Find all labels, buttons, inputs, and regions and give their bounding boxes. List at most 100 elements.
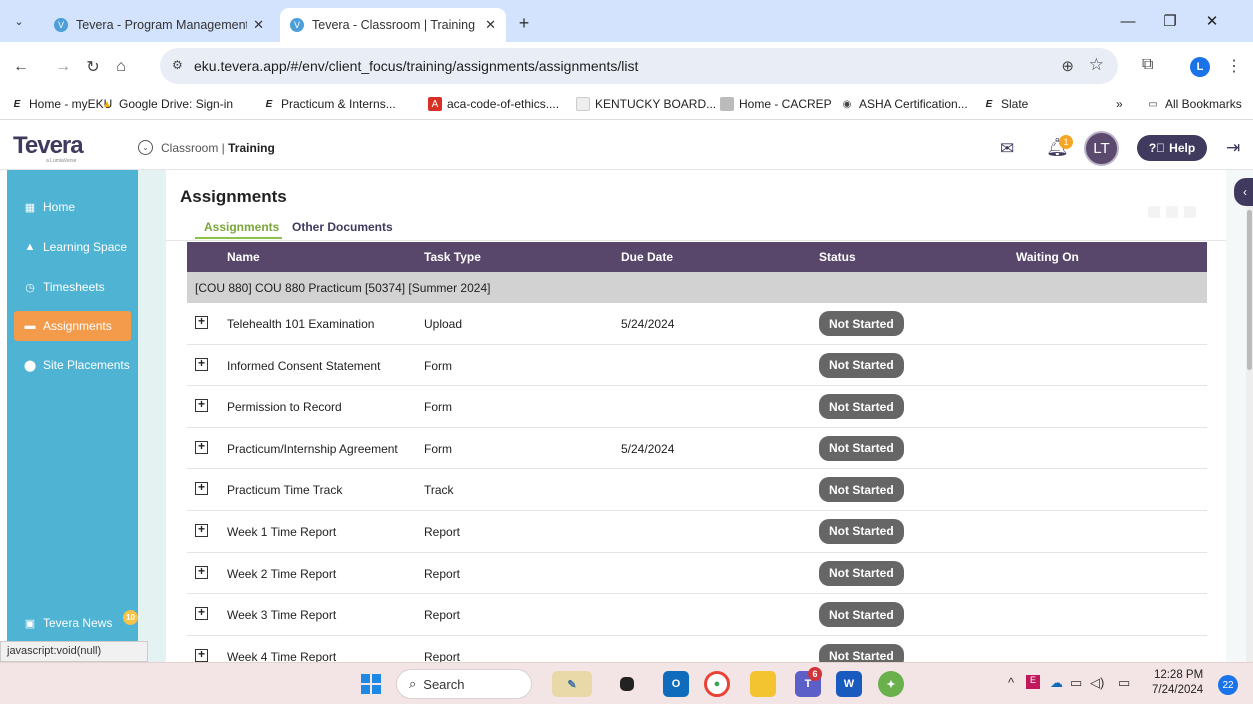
tab-close-icon[interactable]: ✕ <box>253 17 264 33</box>
notification-center-badge[interactable]: 22 <box>1218 675 1238 695</box>
tray-overflow-icon[interactable]: ^ <box>1008 675 1014 690</box>
expand-plus-icon[interactable]: + <box>195 357 208 371</box>
display-icon[interactable]: ▭ <box>1070 675 1082 691</box>
extensions-icon[interactable]: ⧉ <box>1142 56 1153 74</box>
bookmark-item[interactable]: E Slate <box>982 97 1029 111</box>
bookmark-item[interactable]: Aaca-code-of-ethics.... <box>428 97 559 111</box>
sidebar-item-learning-space[interactable]: ▲ Learning Space <box>14 232 131 262</box>
taskbar-search[interactable]: ⌕ Search <box>396 669 532 699</box>
task-view-icon[interactable] <box>620 677 634 691</box>
tray-app-icon[interactable]: E <box>1026 675 1040 689</box>
home-icon[interactable]: ⌂ <box>110 56 132 78</box>
chrome-icon[interactable]: ● <box>704 671 730 697</box>
tab-assignments[interactable]: Assignments <box>204 220 279 234</box>
tab-other-documents[interactable]: Other Documents <box>292 220 393 234</box>
more-menu-icon[interactable]: ⋮ <box>1226 56 1242 76</box>
scrollbar-thumb[interactable] <box>1247 210 1252 370</box>
windows-start-icon[interactable] <box>361 674 381 694</box>
context-switcher-icon[interactable]: ⌄ <box>138 140 153 155</box>
bookmarks-overflow-icon[interactable]: » <box>1116 97 1123 111</box>
logout-icon[interactable]: ⇥ <box>1226 138 1240 158</box>
sidebar-item-timesheets[interactable]: ◷ Timesheets <box>14 272 131 302</box>
new-tab-button[interactable]: + <box>512 12 536 34</box>
user-avatar[interactable]: LT <box>1084 131 1119 166</box>
bookmark-star-icon[interactable]: ☆ <box>1089 55 1104 75</box>
assignment-name[interactable]: Week 2 Time Report <box>227 567 336 581</box>
widgets-icon[interactable]: ✎ <box>552 671 592 697</box>
browser-tab-program-management[interactable]: V Tevera - Program Management ✕ <box>44 8 274 42</box>
copilot-icon[interactable]: ✦ <box>878 671 904 697</box>
address-bar[interactable]: ⚙ eku.tevera.app/#/env/client_focus/trai… <box>160 48 1118 84</box>
column-header-task-type[interactable]: Task Type <box>424 250 481 264</box>
sidebar-item-home[interactable]: ▦ Home <box>14 192 131 222</box>
expand-plus-icon[interactable]: + <box>195 606 208 621</box>
bookmark-item[interactable]: E Home - myEKU <box>10 97 113 111</box>
word-icon[interactable]: W <box>836 671 862 697</box>
minimize-icon[interactable]: — <box>1108 8 1148 34</box>
onedrive-icon[interactable]: ☁ <box>1050 675 1063 691</box>
expand-plus-icon[interactable]: + <box>195 648 208 662</box>
expand-plus-icon[interactable]: + <box>195 523 208 537</box>
assignment-name[interactable]: Practicum/Internship Agreement <box>227 442 398 456</box>
file-explorer-icon[interactable] <box>750 671 776 697</box>
faded-filter-icon <box>1166 206 1178 218</box>
bookmark-item[interactable]: ◉ ASHA Certification... <box>840 97 968 111</box>
outlook-icon[interactable]: O <box>663 671 689 697</box>
back-icon[interactable]: ← <box>10 56 32 78</box>
reload-icon[interactable]: ↻ <box>82 56 104 78</box>
bookmark-item[interactable]: KENTUCKY BOARD... <box>576 97 716 111</box>
task-type: Report <box>424 566 461 581</box>
expand-plus-icon[interactable]: + <box>195 481 208 496</box>
active-tab-indicator <box>195 237 282 239</box>
table-row[interactable]: + Permission to Record Form Not Started <box>187 386 1207 428</box>
table-row[interactable]: + Informed Consent Statement Form Not St… <box>187 345 1207 387</box>
site-info-icon[interactable]: ⚙ <box>172 58 183 72</box>
table-row[interactable]: + Week 4 Time Report Report Not Started <box>187 636 1207 662</box>
assignment-name[interactable]: Week 3 Time Report <box>227 608 336 622</box>
zoom-icon[interactable]: ⊕ <box>1061 57 1074 75</box>
column-header-status[interactable]: Status <box>819 250 856 264</box>
bookmark-item[interactable]: E Practicum & Interns... <box>262 97 396 111</box>
system-clock[interactable]: 12:28 PM 7/24/2024 <box>1152 668 1203 698</box>
assignment-name[interactable]: Week 4 Time Report <box>227 650 336 662</box>
table-row[interactable]: + Week 3 Time Report Report Not Started <box>187 594 1207 636</box>
sidebar-item-tevera-news[interactable]: ▣ Tevera News <box>14 608 131 638</box>
column-header-waiting-on[interactable]: Waiting On <box>1016 250 1079 264</box>
forward-icon[interactable]: → <box>52 56 74 78</box>
expand-plus-icon[interactable]: + <box>195 398 208 413</box>
profile-avatar[interactable]: L <box>1190 57 1210 77</box>
sidebar-item-site-placements[interactable]: ⬤ Site Placements <box>14 350 131 380</box>
table-row[interactable]: + Week 2 Time Report Report Not Started <box>187 553 1207 595</box>
bookmark-item[interactable]: Home - CACREP <box>720 97 832 111</box>
bookmark-item[interactable]: ▲ Google Drive: Sign-in <box>100 97 233 111</box>
all-bookmarks-button[interactable]: ▭ All Bookmarks <box>1146 97 1241 111</box>
assignment-name[interactable]: Week 1 Time Report <box>227 525 336 539</box>
mail-icon[interactable]: ✉ <box>1000 139 1014 159</box>
assignment-name[interactable]: Practicum Time Track <box>227 483 342 497</box>
chevron-left-icon[interactable]: ‹ <box>1234 178 1253 206</box>
table-row[interactable]: + Week 1 Time Report Report Not Started <box>187 511 1207 553</box>
help-button[interactable]: ?⃝ Help <box>1137 135 1207 161</box>
volume-icon[interactable]: ◁) <box>1090 675 1104 691</box>
assignment-name[interactable]: Informed Consent Statement <box>227 359 380 373</box>
browser-tab-classroom-training[interactable]: V Tevera - Classroom | Training - E ✕ <box>280 8 506 42</box>
tevera-logo[interactable]: Tevera <box>13 132 84 160</box>
column-header-due-date[interactable]: Due Date <box>621 250 673 264</box>
table-row[interactable]: + Practicum/Internship Agreement Form 5/… <box>187 428 1207 470</box>
url-text[interactable]: eku.tevera.app/#/env/client_focus/traini… <box>194 58 638 74</box>
expand-plus-icon[interactable]: + <box>195 315 208 329</box>
table-row[interactable]: + Telehealth 101 Examination Upload 5/24… <box>187 303 1207 345</box>
tab-search-menu-icon[interactable]: ⌄ <box>6 9 32 33</box>
tab-close-icon[interactable]: ✕ <box>485 17 496 33</box>
sidebar-item-assignments[interactable]: ▬ Assignments <box>14 311 131 341</box>
assignment-name[interactable]: Telehealth 101 Examination <box>227 317 374 331</box>
column-header-name[interactable]: Name <box>227 250 260 264</box>
close-window-icon[interactable]: ✕ <box>1192 8 1232 34</box>
battery-icon[interactable]: ▭ <box>1118 675 1130 691</box>
table-row[interactable]: + Practicum Time Track Track Not Started <box>187 469 1207 511</box>
folder-icon: ▭ <box>1148 98 1158 110</box>
restore-icon[interactable]: ❐ <box>1150 8 1190 34</box>
assignment-name[interactable]: Permission to Record <box>227 400 342 414</box>
expand-plus-icon[interactable]: + <box>195 440 208 454</box>
expand-plus-icon[interactable]: + <box>195 565 208 579</box>
